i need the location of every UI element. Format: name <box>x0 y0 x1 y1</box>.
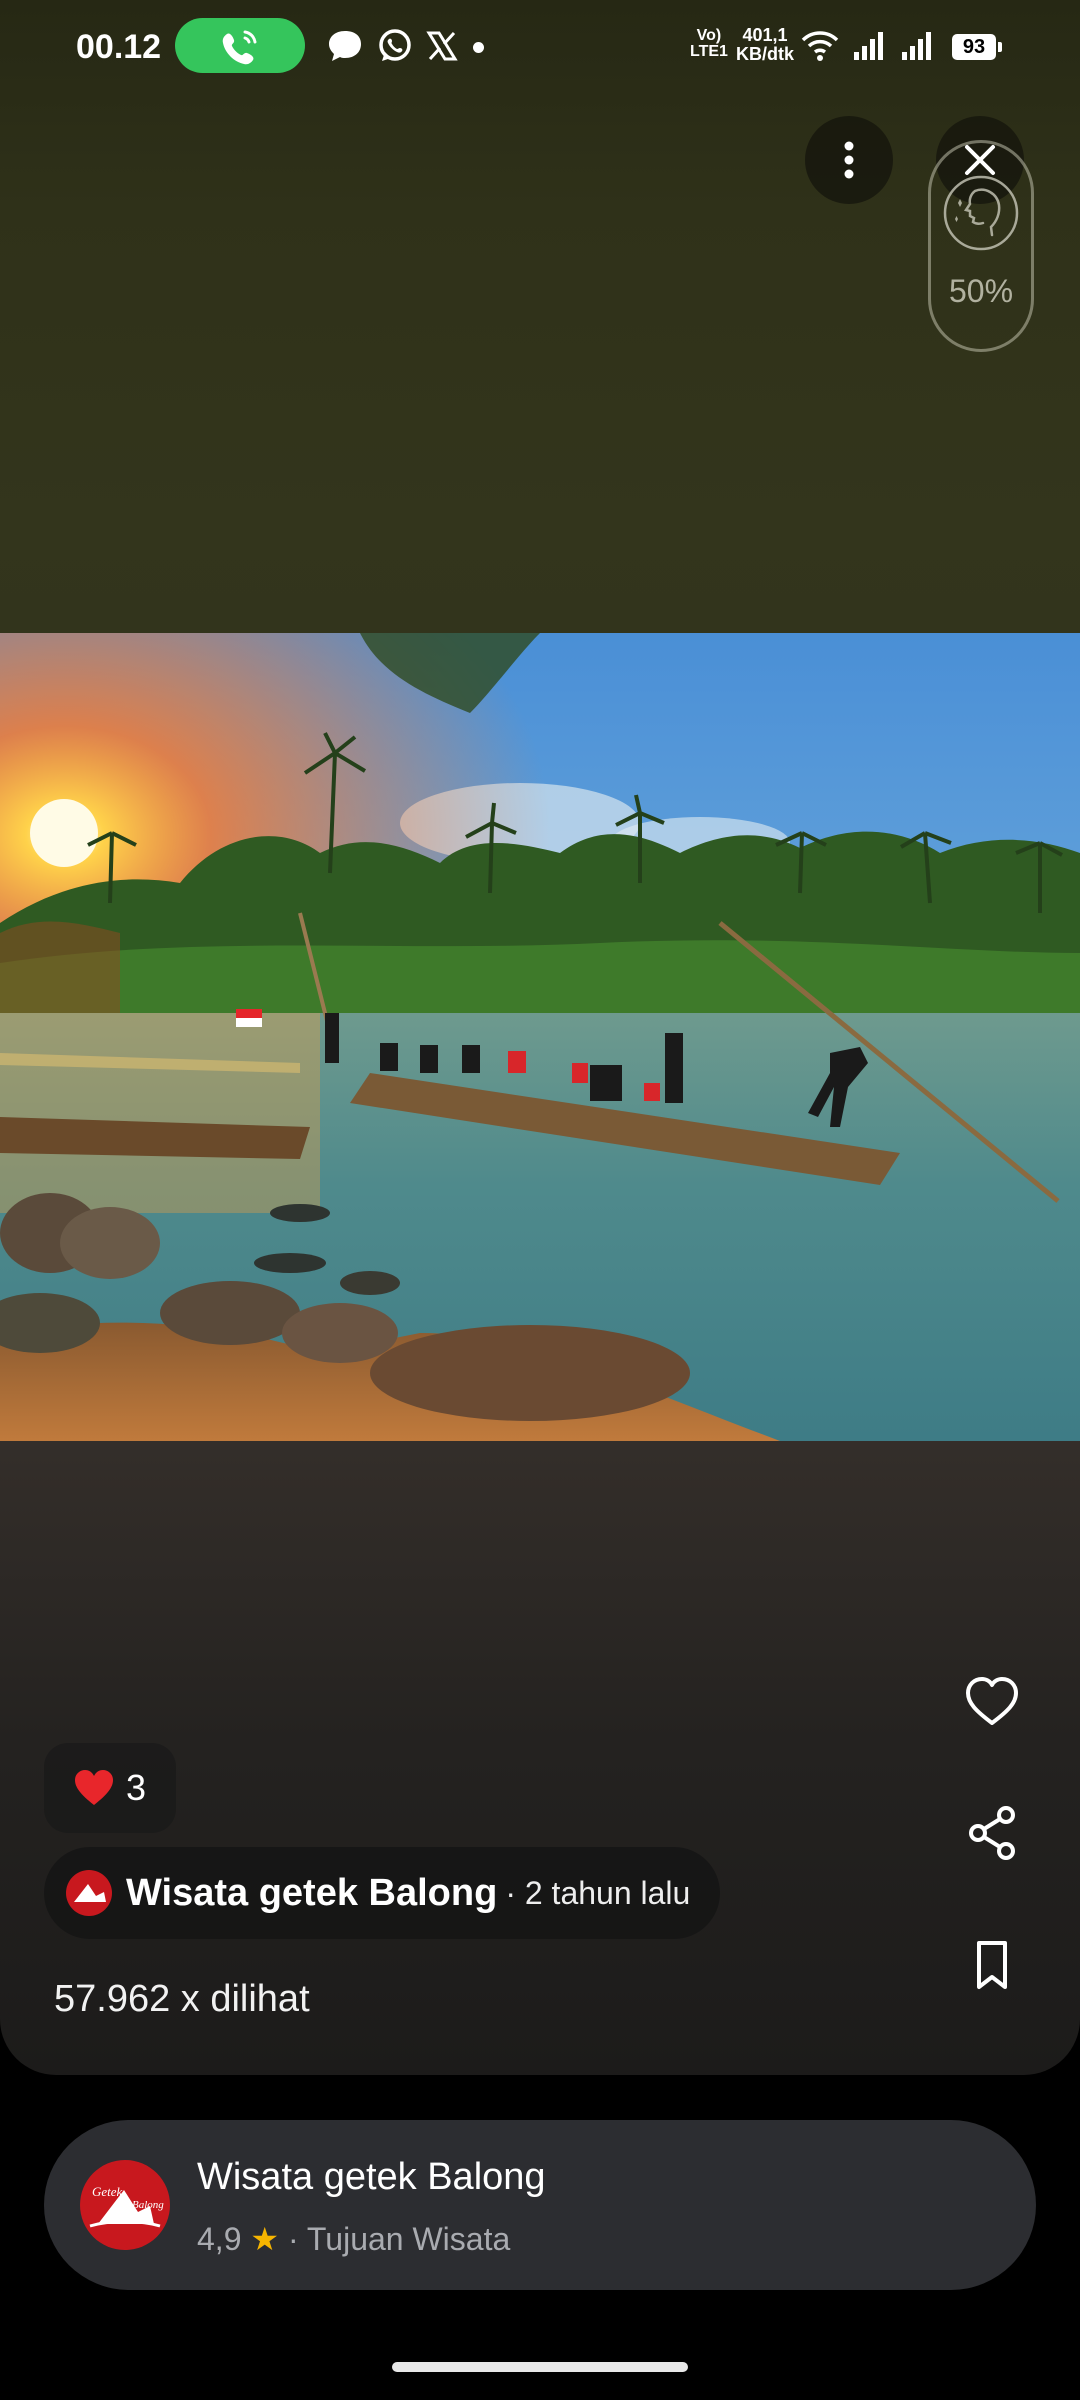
status-time: 00.12 <box>76 28 162 66</box>
status-bar: 00.12 Vo) LTE1 401,1 KB/dtk 93 <box>0 0 1080 96</box>
star-icon: ★ <box>250 2221 280 2257</box>
place-logo: Getek Balong <box>80 2160 170 2250</box>
face-filter-percent: 50% <box>948 273 1014 309</box>
logo-text-balong: Balong <box>132 2199 164 2211</box>
like-button[interactable] <box>956 1665 1028 1737</box>
home-indicator[interactable] <box>392 2362 688 2372</box>
place-rating: 4,9 <box>197 2221 242 2257</box>
battery-indicator: 93 <box>952 34 1002 60</box>
view-count: 57.962 x dilihat <box>54 1978 310 2020</box>
network-type: Vo) LTE1 <box>690 28 728 60</box>
wifi-icon <box>801 31 839 61</box>
whatsapp-icon <box>379 29 411 61</box>
place-meta: 4,9 ★ · Tujuan Wisata <box>197 2220 510 2258</box>
signal-icon-sim1 <box>854 32 883 60</box>
place-card[interactable]: Getek Balong Wisata getek Balong 4,9 ★ ·… <box>44 2120 1036 2290</box>
speed-value: 401,1 <box>742 25 788 45</box>
volte-label: Vo) <box>696 27 722 44</box>
message-icon <box>329 31 361 61</box>
logo-text-getek: Getek <box>92 2184 123 2199</box>
post-photo[interactable] <box>0 633 1080 1441</box>
ongoing-call-pill[interactable] <box>175 18 305 73</box>
red-heart-icon <box>74 1770 113 1805</box>
speed-unit: KB/dtk <box>736 44 794 64</box>
place-category: · Tujuan Wisata <box>287 2221 511 2257</box>
more-notifications-dot <box>473 42 484 53</box>
likes-chip[interactable]: 3 <box>44 1743 176 1833</box>
more-options-button[interactable] <box>805 116 893 204</box>
network-speed: 401,1 KB/dtk <box>736 26 794 64</box>
getek-logo-small <box>74 1884 106 1902</box>
author-chip[interactable]: Wisata getek Balong · 2 tahun lalu <box>44 1847 720 1939</box>
bookmark-button[interactable] <box>956 1929 1028 2001</box>
heart-outline-icon <box>966 1677 1018 1725</box>
getek-balong-logo: Getek Balong <box>89 2184 164 2228</box>
signal-icon-sim2 <box>902 32 931 60</box>
photo-viewer: 00.12 Vo) LTE1 401,1 KB/dtk 93 50% 3 Wis… <box>0 0 1080 2075</box>
likes-count: 3 <box>125 1767 147 1808</box>
phone-icon <box>222 30 257 65</box>
place-name: Wisata getek Balong <box>197 2156 546 2198</box>
author-name: Wisata getek Balong <box>126 1871 498 1914</box>
author-avatar <box>66 1870 112 1916</box>
post-time: · 2 tahun lalu <box>505 1874 691 1911</box>
x-icon <box>426 31 458 61</box>
lte-label: LTE1 <box>690 43 728 60</box>
share-button[interactable] <box>956 1797 1028 1869</box>
face-icon <box>943 175 1019 251</box>
share-icon <box>969 1806 1015 1860</box>
face-beauty-toggle[interactable]: 50% <box>928 140 1034 352</box>
more-vertical-icon <box>844 141 854 179</box>
river-raft-photo <box>0 633 1080 1441</box>
bookmark-icon <box>977 1941 1007 1989</box>
